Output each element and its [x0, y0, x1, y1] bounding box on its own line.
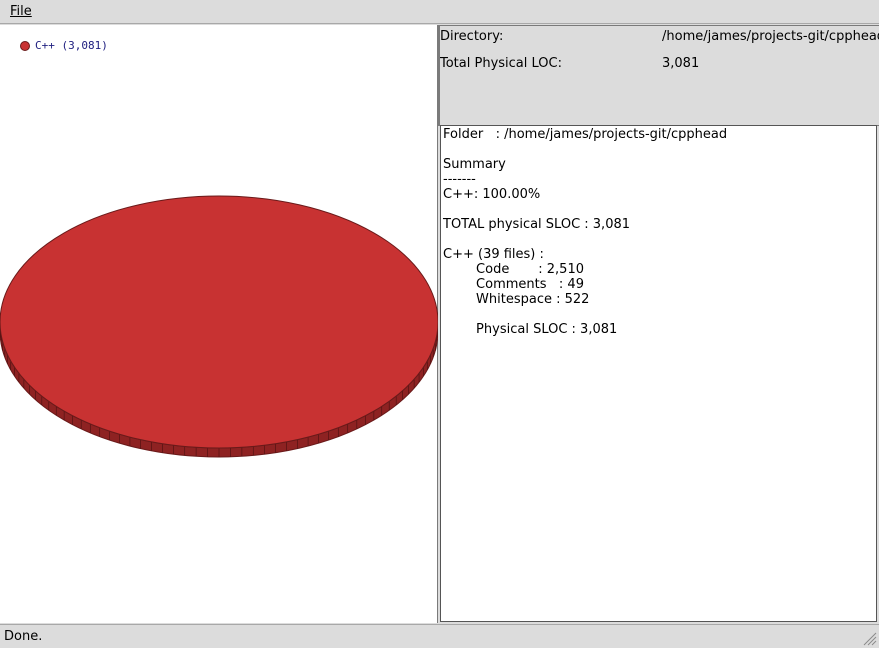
legend-swatch	[20, 40, 30, 51]
loc-value: 3,081	[662, 56, 700, 71]
report-text-area[interactable]: Folder : /home/james/projects-git/cpphea…	[440, 125, 877, 622]
menu-file-label: File	[10, 4, 32, 19]
status-text: Done.	[4, 629, 43, 644]
resize-grip-icon[interactable]	[861, 630, 877, 646]
chart-pane: C++ (3,081)	[0, 25, 438, 623]
directory-label: Directory:	[440, 29, 504, 44]
directory-value: /home/james/projects-git/cpphead	[662, 29, 879, 44]
info-panel: Directory: /home/james/projects-git/cpph…	[438, 25, 879, 126]
chart-legend: C++ (3,081)	[20, 39, 108, 52]
loc-label: Total Physical LOC:	[440, 56, 562, 71]
pie-slice-cplus	[0, 195, 438, 449]
menu-bar: File	[0, 0, 879, 24]
status-bar: Done.	[0, 624, 879, 648]
legend-label: C++ (3,081)	[35, 39, 108, 52]
pie-chart	[0, 195, 438, 458]
report-text: Folder : /home/james/projects-git/cpphea…	[443, 127, 728, 337]
menu-file[interactable]: File	[10, 4, 32, 19]
